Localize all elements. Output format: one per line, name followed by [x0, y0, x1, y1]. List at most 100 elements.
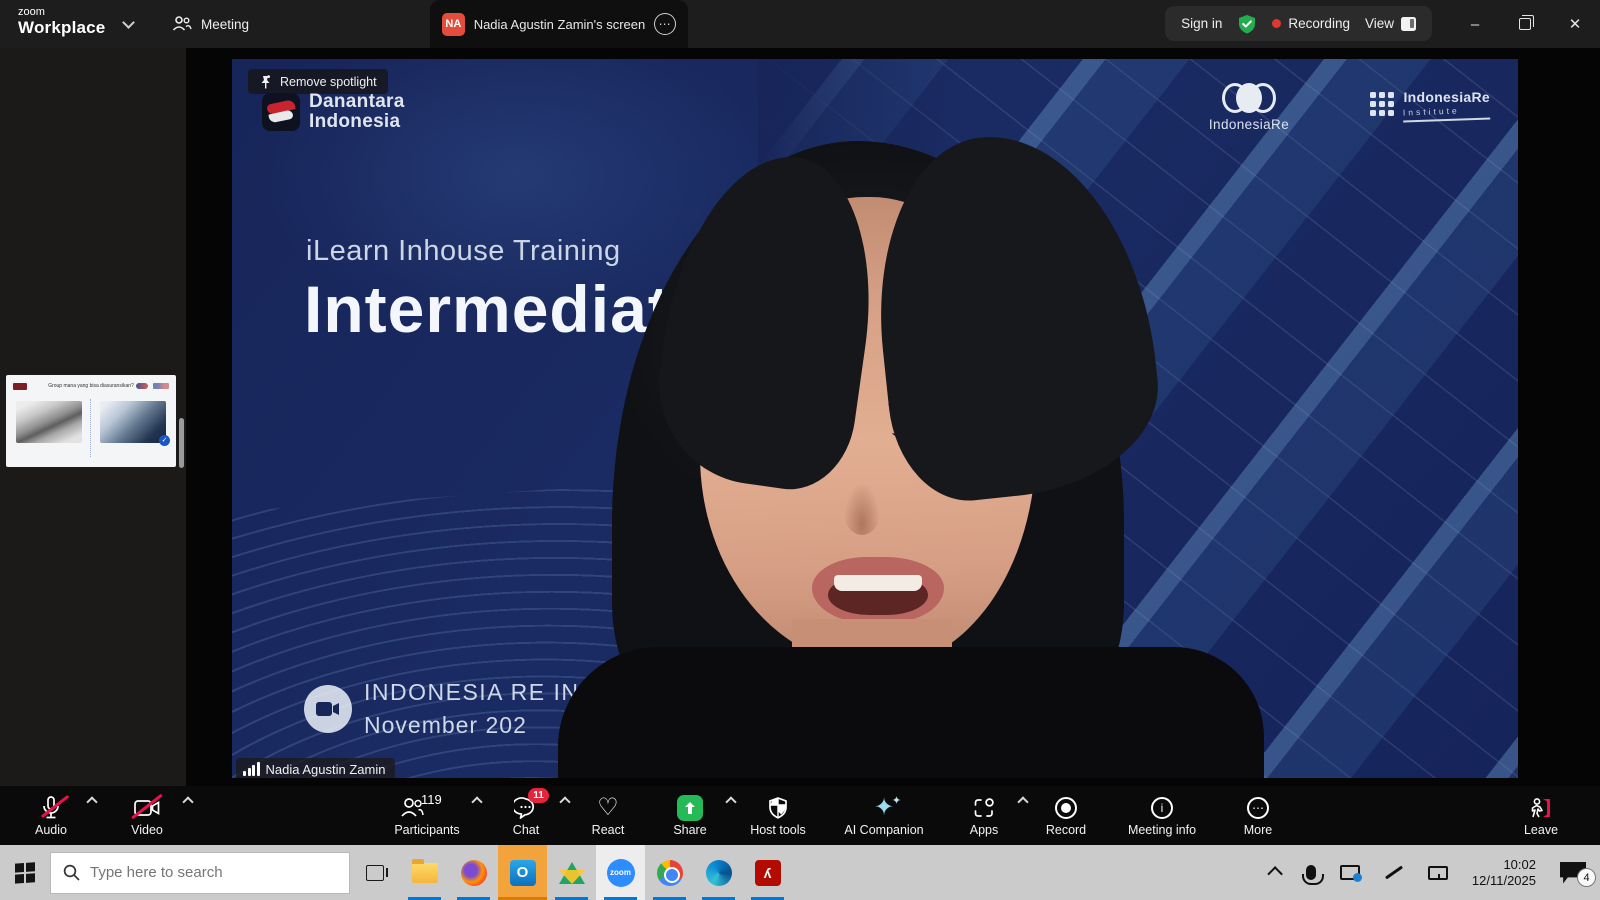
audio-button[interactable]: Audio: [22, 786, 80, 845]
ai-companion-label: AI Companion: [844, 823, 923, 837]
info-icon: i: [1151, 795, 1173, 821]
workspace-chevron-down-icon[interactable]: [124, 18, 136, 30]
participants-caret-icon[interactable]: [471, 796, 482, 807]
leave-door-icon: [1529, 795, 1553, 821]
clock-time: 10:02: [1472, 857, 1536, 873]
zoom-workplace-logo: zoom Workplace: [18, 6, 105, 37]
danantara-line1: Danantara: [309, 92, 405, 112]
speaker-nose: [842, 479, 882, 535]
apps-caret-icon[interactable]: [1017, 796, 1028, 807]
clock-date: 12/11/2025: [1472, 873, 1536, 889]
meeting-info-button[interactable]: i Meeting info: [1119, 786, 1205, 845]
record-button[interactable]: Record: [1037, 786, 1095, 845]
file-explorer-icon: [412, 863, 438, 883]
task-view-icon: [366, 865, 384, 881]
outlook-icon: O: [510, 860, 536, 886]
view-button[interactable]: View: [1365, 16, 1416, 31]
meeting-info-label: Meeting info: [1128, 823, 1196, 837]
ai-companion-button[interactable]: ✦ AI Companion: [837, 786, 931, 845]
apps-button[interactable]: Apps: [955, 786, 1013, 845]
danantara-line2: Indonesia: [309, 112, 405, 132]
tray-pen-icon[interactable]: [1385, 866, 1403, 880]
participants-button[interactable]: 119 Participants: [381, 786, 473, 845]
danantara-logo: Danantara Indonesia: [262, 92, 405, 132]
notification-count-badge: 4: [1577, 868, 1596, 887]
shared-slide-thumbnail[interactable]: Group mana yang bisa diasuransikan? ✓: [6, 375, 176, 467]
task-view-button[interactable]: [350, 845, 400, 900]
tab-options-ellipsis-icon[interactable]: ⋯: [654, 13, 676, 35]
more-label: More: [1244, 823, 1272, 837]
tray-display-share-icon[interactable]: [1340, 865, 1360, 880]
more-ellipsis-icon: ⋯: [1247, 795, 1269, 821]
security-shield-icon[interactable]: [1237, 14, 1257, 34]
chrome-icon: [657, 860, 683, 886]
more-button[interactable]: ⋯ More: [1229, 786, 1287, 845]
react-label: React: [592, 823, 625, 837]
taskbar-google-drive[interactable]: [547, 845, 596, 900]
taskbar-chrome[interactable]: [645, 845, 694, 900]
audio-options-caret-icon[interactable]: [86, 796, 97, 807]
tray-touchpad-icon[interactable]: [1428, 866, 1448, 880]
taskbar-acrobat[interactable]: ʎ: [743, 845, 792, 900]
indonesiare-logo: IndonesiaRe: [1194, 83, 1304, 132]
taskbar-clock[interactable]: 10:02 12/11/2025: [1472, 857, 1536, 889]
tab-meeting-label: Meeting: [201, 17, 249, 32]
chat-caret-icon[interactable]: [559, 796, 570, 807]
minimize-button[interactable]: –: [1450, 0, 1500, 48]
google-drive-icon: [559, 862, 585, 884]
chat-button[interactable]: 11 Chat: [497, 786, 555, 845]
taskbar-edge[interactable]: [694, 845, 743, 900]
restore-button[interactable]: [1500, 0, 1550, 48]
share-button[interactable]: Share: [661, 786, 719, 845]
participants-label: Participants: [394, 823, 459, 837]
leave-button[interactable]: Leave: [1512, 786, 1570, 845]
windows-taskbar: O zoom ʎ 10:02 12/11/2025: [0, 845, 1600, 900]
record-icon: [1055, 795, 1077, 821]
taskbar-file-explorer[interactable]: [400, 845, 449, 900]
apps-icon: [973, 795, 995, 821]
tab-meeting[interactable]: Meeting: [172, 0, 249, 48]
participant-name-tag: Nadia Agustin Zamin: [236, 758, 395, 778]
avatar: NA: [442, 13, 465, 36]
speaker-teeth: [834, 575, 922, 591]
start-button[interactable]: [0, 845, 50, 900]
view-label: View: [1365, 16, 1394, 31]
sidebar-scrollbar[interactable]: [179, 418, 184, 468]
heart-icon: ♡: [597, 795, 619, 821]
remove-spotlight-label: Remove spotlight: [280, 75, 377, 89]
meeting-main-area: Group mana yang bisa diasuransikan? ✓ Re…: [0, 48, 1600, 786]
record-label: Record: [1046, 823, 1086, 837]
danantara-flag-icon: [262, 93, 300, 131]
close-button[interactable]: ✕: [1550, 0, 1600, 48]
taskbar-firefox[interactable]: [449, 845, 498, 900]
recording-indicator[interactable]: Recording: [1272, 16, 1350, 31]
react-button[interactable]: ♡ React: [579, 786, 637, 845]
share-label: Share: [673, 823, 706, 837]
thumb-divider: [90, 399, 91, 457]
slide-camera-icon: [304, 685, 352, 733]
share-caret-icon[interactable]: [725, 796, 736, 807]
tray-microphone-icon[interactable]: [1306, 865, 1316, 880]
pin-icon: [259, 75, 272, 89]
search-icon: [63, 864, 80, 881]
chat-label: Chat: [513, 823, 539, 837]
host-tools-button[interactable]: Host tools: [743, 786, 813, 845]
restore-icon: [1519, 18, 1531, 30]
institute-line1: IndonesiaRe: [1403, 89, 1490, 105]
zoom-app-icon: zoom: [607, 859, 635, 887]
taskbar-outlook[interactable]: O: [498, 845, 547, 900]
tray-chevron-up-icon[interactable]: [1267, 866, 1283, 882]
acrobat-icon: ʎ: [755, 860, 781, 886]
taskbar-search[interactable]: [50, 852, 350, 894]
audio-label: Audio: [35, 823, 67, 837]
connection-signal-icon: [243, 762, 260, 776]
video-options-caret-icon[interactable]: [182, 796, 193, 807]
indonesiare-institute-logo: IndonesiaRe Institute: [1370, 89, 1490, 121]
search-input[interactable]: [90, 864, 320, 881]
video-button[interactable]: Video: [118, 786, 176, 845]
tab-screen-share[interactable]: NA Nadia Agustin Zamin's screen ⋯: [430, 0, 688, 48]
sign-in-button[interactable]: Sign in: [1181, 16, 1222, 31]
chat-unread-badge: 11: [528, 788, 549, 803]
spotlight-video-tile: Remove spotlight Danantara Indonesia Ind…: [232, 59, 1518, 778]
taskbar-zoom[interactable]: zoom: [596, 845, 645, 900]
